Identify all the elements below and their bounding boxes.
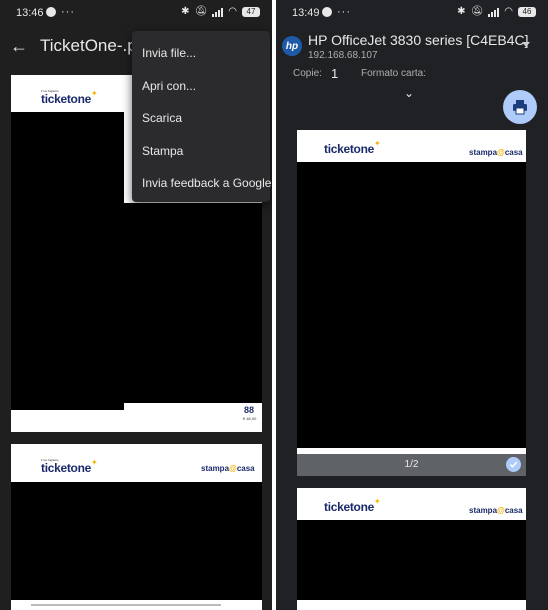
printer-icon bbox=[513, 100, 527, 115]
pdf-viewer-screen: 13:46 ··· ✱ 🔕︎ ◠ 47 ← TicketOne-.pdf il … bbox=[0, 0, 272, 610]
redacted-area bbox=[297, 162, 526, 448]
menu-item-print[interactable]: Stampa bbox=[132, 135, 270, 168]
bluetooth-icon: ✱ bbox=[457, 6, 466, 17]
menu-item-feedback[interactable]: Invia feedback a Google bbox=[132, 167, 271, 200]
more-notifications-icon: ··· bbox=[337, 6, 351, 18]
menu-item-download[interactable]: Scarica bbox=[132, 102, 270, 135]
check-icon[interactable] bbox=[506, 457, 521, 472]
ticketone-logo: ticketone✦ bbox=[41, 89, 98, 106]
copies-label: Copie: bbox=[293, 68, 322, 79]
print-button[interactable] bbox=[503, 90, 537, 124]
hp-logo-icon: hp bbox=[282, 36, 302, 56]
status-bar: 13:49 ··· ✱ 🔕︎ ◠ 46 bbox=[276, 0, 548, 26]
ticketone-logo: ticketone✦ bbox=[324, 139, 381, 156]
mute-icon: 🔕︎ bbox=[194, 6, 208, 17]
stampa-casa-logo: stampa@casa bbox=[201, 464, 255, 473]
price: € 46,00 bbox=[243, 416, 257, 421]
page-indicator: 1/2 bbox=[404, 459, 419, 470]
redacted-area bbox=[11, 112, 124, 410]
page-selector[interactable]: 1/2 bbox=[297, 454, 526, 476]
more-notifications-icon: ··· bbox=[61, 6, 75, 18]
stampa-casa-logo: stampa@casa bbox=[469, 506, 523, 515]
wifi-icon: ◠ bbox=[228, 6, 237, 17]
menu-item-send-file[interactable]: Invia file... bbox=[132, 37, 270, 70]
chevron-down-icon[interactable] bbox=[522, 42, 530, 47]
battery-icon: 47 bbox=[242, 6, 260, 17]
expand-options-icon[interactable]: ⌄ bbox=[404, 86, 414, 100]
printer-ip: 192.168.68.107 bbox=[308, 50, 378, 61]
telegram-icon bbox=[46, 7, 56, 17]
bluetooth-icon: ✱ bbox=[181, 6, 190, 17]
battery-icon: 46 bbox=[518, 6, 536, 17]
preview-page-2[interactable]: ticketone✦ stampa@casa bbox=[297, 488, 526, 610]
scrollbar[interactable] bbox=[31, 604, 221, 606]
overflow-menu: Invia file... Apri con... Scarica Stampa… bbox=[132, 31, 271, 202]
signal-icon bbox=[212, 7, 224, 17]
status-bar: 13:46 ··· ✱ 🔕︎ ◠ 47 bbox=[0, 0, 272, 26]
status-time: 13:49 bbox=[292, 7, 320, 19]
redacted-area bbox=[124, 203, 262, 403]
wifi-icon: ◠ bbox=[504, 6, 513, 17]
arrow-left-icon[interactable]: ← bbox=[10, 36, 28, 57]
mute-icon: 🔕︎ bbox=[470, 6, 484, 17]
redacted-area bbox=[11, 482, 262, 600]
ticketone-logo: ticketone✦ bbox=[41, 458, 98, 475]
menu-item-open-with[interactable]: Apri con... bbox=[132, 70, 270, 103]
redacted-area bbox=[297, 520, 526, 600]
signal-icon bbox=[488, 7, 500, 17]
preview-page-1[interactable]: ticketone✦ stampa@casa bbox=[297, 130, 526, 454]
status-time: 13:46 bbox=[16, 7, 44, 19]
stampa-casa-logo: stampa@casa bbox=[469, 148, 523, 157]
print-preview-screen: 13:49 ··· ✱ 🔕︎ ◠ 46 hp HP OfficeJet 3830… bbox=[276, 0, 548, 610]
telegram-icon bbox=[322, 7, 332, 17]
seat-number: 88 bbox=[244, 405, 255, 415]
pdf-page-2: il tuo biglietto ticketone✦ stampa@casa bbox=[11, 444, 262, 610]
paper-format-label: Formato carta: bbox=[361, 68, 427, 79]
copies-value[interactable]: 1 bbox=[331, 66, 338, 81]
printer-name[interactable]: HP OfficeJet 3830 series [C4EB4C] bbox=[308, 32, 528, 48]
ticketone-logo: ticketone✦ bbox=[324, 497, 381, 514]
